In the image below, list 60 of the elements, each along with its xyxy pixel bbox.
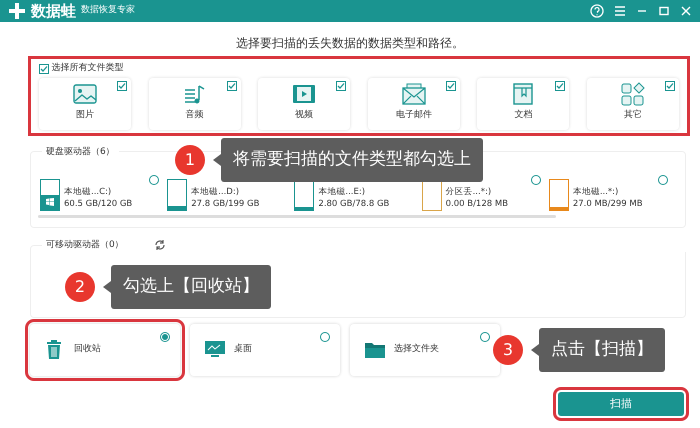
drive-name: 本地磁...C:) (64, 187, 112, 200)
file-type-card[interactable]: 电子邮件 (368, 78, 460, 130)
heading: 选择要扫描的丢失数据的数据类型和路径。 (235, 35, 465, 52)
section-title: 可移动驱动器（0） (46, 238, 124, 252)
radio-button[interactable] (480, 332, 490, 342)
location-card[interactable]: 选择文件夹 (350, 324, 500, 376)
drive-usage: 27.8 GB/199 GB (191, 199, 260, 211)
location-label: 选择文件夹 (394, 343, 439, 356)
callout-tooltip: 勾选上【回收站】 (103, 265, 271, 309)
app-logo: 数据蛙 (31, 0, 76, 22)
drive-name: 本地磁...*:) (572, 187, 620, 200)
checkbox[interactable] (336, 81, 346, 91)
file-type-card[interactable]: 文档 (477, 78, 570, 130)
callout-tooltip: 将需要扫描的文件类型都勾选上 (213, 138, 483, 182)
checkbox[interactable] (446, 81, 456, 91)
maximize-icon (658, 5, 670, 17)
drive-name: 分区丢...*:) (446, 187, 492, 200)
radio-button[interactable] (658, 175, 668, 185)
drive-name: 本地磁...D:) (191, 187, 240, 200)
drive-usage: 0.00 B/128 MB (446, 199, 508, 211)
image-icon (72, 82, 98, 106)
location-label: 回收站 (74, 343, 101, 356)
envelope-icon (400, 82, 427, 106)
location-card[interactable]: 回收站 (30, 324, 180, 376)
step-number: 3 (493, 335, 523, 365)
callout-tooltip: 点击【扫描】 (531, 328, 665, 372)
help-icon (590, 4, 604, 18)
checkbox[interactable] (117, 81, 127, 91)
checkbox[interactable] (555, 81, 566, 91)
file-type-card[interactable]: 其它 (586, 78, 679, 130)
step-number: 2 (65, 272, 95, 302)
close-icon (680, 5, 692, 17)
cross-logo-icon (8, 2, 26, 20)
grid-shapes-icon (620, 82, 646, 106)
file-type-card[interactable]: 图片 (39, 78, 131, 130)
checkbox[interactable] (39, 64, 49, 74)
radio-button[interactable] (160, 332, 170, 342)
radio-button[interactable] (149, 175, 160, 185)
film-icon (291, 82, 318, 106)
checkbox-label: 选择所有文件类型 (52, 62, 124, 75)
drive-usage: 60.5 GB/120 GB (64, 199, 132, 211)
checkbox[interactable] (226, 81, 237, 91)
location-card[interactable]: 桌面 (190, 324, 340, 376)
radio-button[interactable] (320, 332, 330, 342)
file-type-card[interactable]: 视频 (258, 78, 350, 130)
scan-button[interactable]: 扫描 (558, 392, 684, 416)
drive-name: 本地磁...E:) (318, 187, 366, 200)
windows-logo-icon (46, 198, 54, 206)
location-label: 桌面 (234, 343, 252, 356)
refresh-icon (154, 239, 166, 251)
radio-button[interactable] (530, 175, 541, 185)
drive-usage: 2.80 GB/78.8 GB (318, 199, 390, 211)
drive-item[interactable]: 本地磁...*:) 27.0 MB/299 MB (548, 177, 676, 211)
step-number: 1 (175, 145, 205, 175)
drive-usage: 27.0 MB/299 MB (572, 199, 643, 211)
checkbox[interactable] (664, 81, 675, 91)
menu-icon (614, 5, 626, 17)
file-type-card[interactable]: 音频 (148, 78, 241, 130)
drive-item[interactable]: 本地磁...C:) 60.5 GB/120 GB (40, 177, 168, 211)
app-subtitle: 数据恢复专家 (81, 4, 135, 18)
